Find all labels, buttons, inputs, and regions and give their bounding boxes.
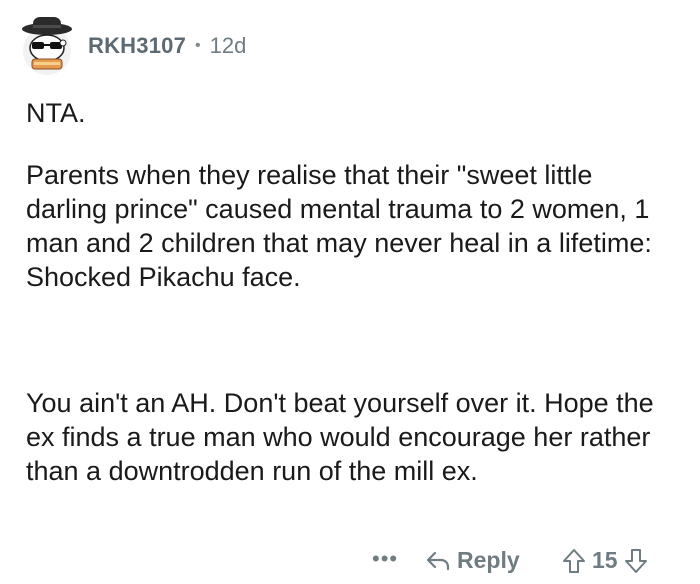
upvote-arrow-icon[interactable]	[562, 548, 586, 574]
author-name[interactable]: RKH3107	[88, 33, 186, 59]
comment-paragraph: You ain't an AH. Don't beat yourself ove…	[26, 388, 654, 486]
vote-score: 15	[592, 547, 618, 573]
reply-button[interactable]: Reply	[425, 547, 520, 574]
comment: RKH3107 • 12d NTA. Parents when they rea…	[0, 0, 700, 581]
more-options-button[interactable]: •••	[372, 546, 398, 572]
reply-arrow-icon	[425, 549, 451, 573]
comment-age: 12d	[209, 33, 247, 58]
user-avatar-icon[interactable]	[18, 15, 76, 77]
meta-separator: •	[195, 37, 201, 54]
comment-header: RKH3107 • 12d	[18, 14, 246, 78]
reply-label: Reply	[457, 547, 520, 573]
vote-controls: 15	[562, 547, 648, 574]
downvote-arrow-icon[interactable]	[624, 548, 648, 574]
comment-meta: RKH3107 • 12d	[88, 33, 246, 59]
comment-actions: ••• Reply 15	[0, 540, 700, 584]
comment-paragraph: NTA.	[26, 98, 86, 128]
comment-paragraph: Parents when they realise that their "sw…	[26, 160, 652, 292]
